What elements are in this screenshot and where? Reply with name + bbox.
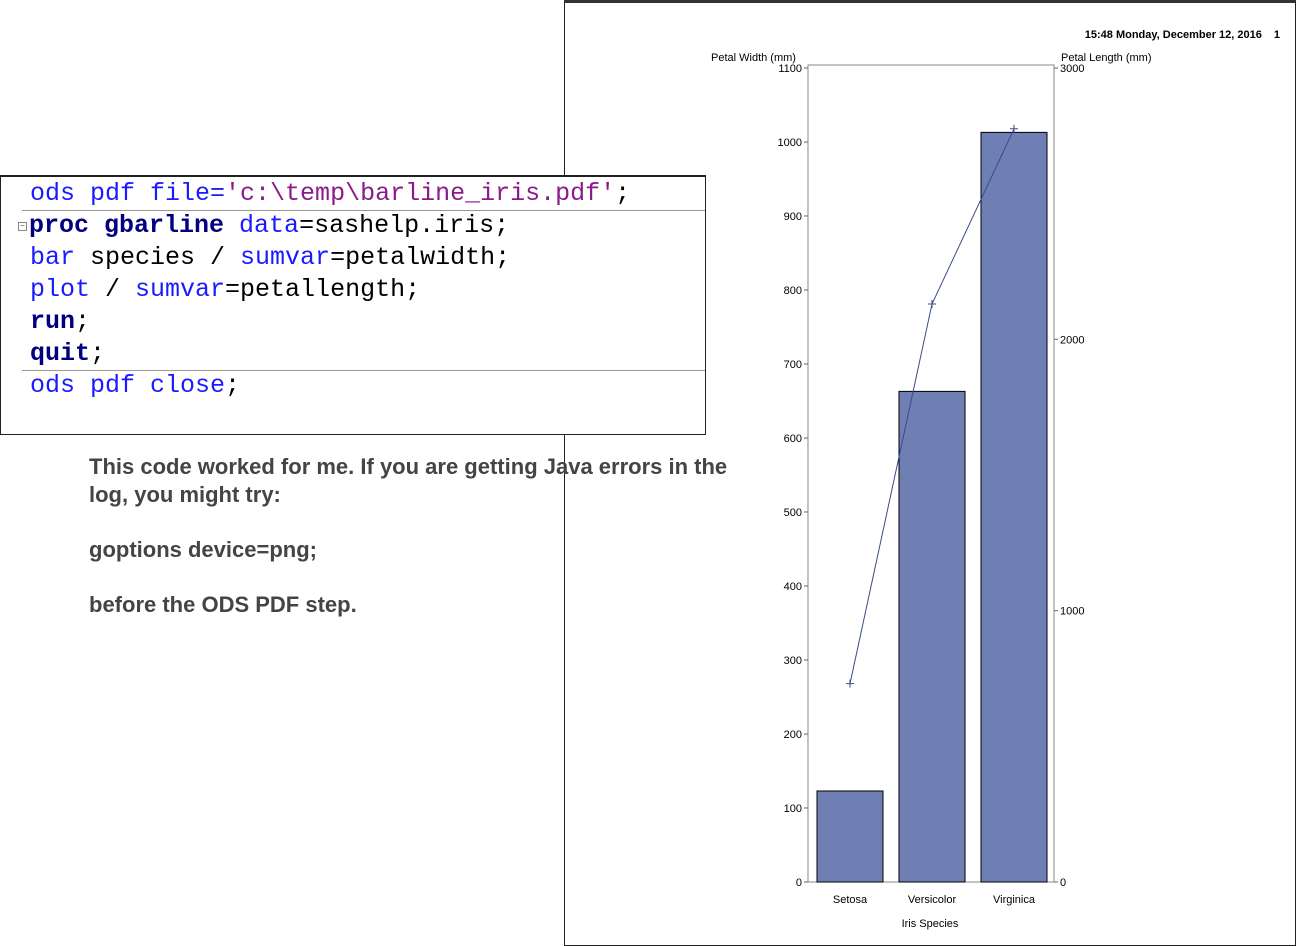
y2-tick-label: 3000 [1060, 63, 1084, 75]
y-tick-label: 300 [784, 655, 802, 667]
y-tick-label: 400 [784, 581, 802, 593]
code-line: bar species / sumvar=petalwidth; [30, 243, 511, 272]
y-tick-label: 600 [784, 433, 802, 445]
note-paragraph: before the ODS PDF step. [89, 592, 357, 617]
code-line: run; [30, 307, 91, 336]
y2-tick-label: 0 [1060, 877, 1066, 889]
collapse-icon[interactable]: − [18, 222, 27, 231]
x-tick-label: Versicolor [908, 894, 957, 906]
bar-setosa [816, 790, 884, 883]
code-line: quit; [30, 339, 106, 368]
bar-versicolor [898, 390, 966, 883]
y-tick-label: 900 [784, 211, 802, 223]
code-line: plot / sumvar=petallength; [30, 275, 421, 304]
line-point-setosa [846, 679, 854, 688]
chart-timestamp: 15:48 Monday, December 12, 2016 1 [1085, 29, 1280, 41]
y2-tick-label: 2000 [1060, 334, 1084, 346]
x-axis-label: Iris Species [902, 918, 959, 930]
y-tick-label: 700 [784, 359, 802, 371]
y-tick-label: 1100 [778, 63, 802, 75]
y-tick-label: 1000 [778, 137, 802, 149]
code-line: proc gbarline data=sashelp.iris; [29, 211, 510, 240]
note-code: goptions device=png; [89, 537, 317, 562]
y-tick-label: 0 [796, 877, 802, 889]
code-line: ods pdf close; [30, 371, 241, 400]
code-editor[interactable]: ods pdf file='c:\temp\barline_iris.pdf';… [0, 175, 706, 435]
y-tick-label: 200 [784, 729, 802, 741]
y-tick-label: 100 [784, 803, 802, 815]
x-tick-label: Setosa [833, 894, 868, 906]
x-tick-label: Virginica [993, 894, 1036, 906]
line-point-versicolor [928, 300, 936, 309]
y2-tick-label: 1000 [1060, 606, 1084, 618]
code-line: ods pdf file='c:\temp\barline_iris.pdf'; [30, 179, 631, 208]
y-tick-label: 800 [784, 285, 802, 297]
y-tick-label: 500 [784, 507, 802, 519]
answer-note: This code worked for me. If you are gett… [89, 453, 769, 646]
line-point-virginica [1010, 124, 1018, 133]
note-paragraph: This code worked for me. If you are gett… [89, 454, 728, 507]
bar-virginica [980, 131, 1048, 883]
